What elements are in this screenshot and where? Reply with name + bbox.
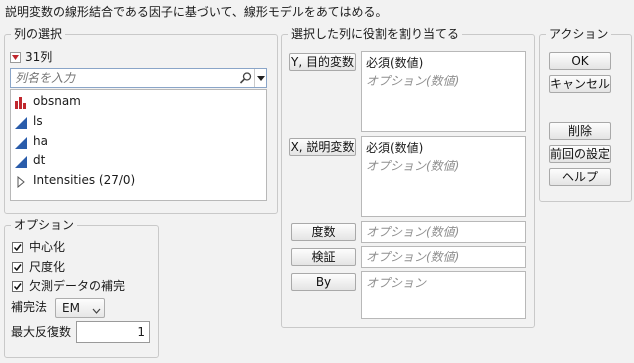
list-item-label: ha	[33, 134, 48, 148]
freq-role-button[interactable]: 度数	[291, 223, 356, 241]
list-item[interactable]: dt	[15, 151, 263, 169]
actions-title: アクション	[546, 27, 612, 41]
list-item[interactable]: Intensities (27/0)	[15, 171, 263, 189]
scaling-label: 尺度化	[29, 260, 66, 274]
role-assign-title: 選択した列に役割を割り当てる	[288, 27, 463, 41]
ok-button[interactable]: OK	[549, 52, 611, 70]
search-dropdown-icon[interactable]	[254, 69, 267, 87]
list-item[interactable]: obsnam	[15, 92, 263, 110]
column-search-field[interactable]	[10, 68, 267, 88]
impute-method-label: 補完法	[11, 300, 48, 314]
help-button[interactable]: ヘルプ	[549, 168, 611, 186]
search-icon[interactable]	[239, 71, 253, 85]
validation-role-box[interactable]: オプション(数値)	[361, 246, 526, 268]
centering-checkbox[interactable]	[12, 242, 23, 253]
list-item-label: dt	[33, 153, 46, 167]
impute-checkbox[interactable]	[12, 281, 23, 292]
freq-role-box[interactable]: オプション(数値)	[361, 221, 526, 243]
by-role-box[interactable]: オプション	[361, 271, 526, 319]
max-iter-value: 1	[137, 325, 145, 339]
by-placeholder: オプション	[366, 276, 427, 290]
column-menu-icon[interactable]	[10, 52, 21, 63]
impute-method-value: EM	[62, 301, 80, 315]
centering-label: 中心化	[29, 240, 66, 254]
list-item[interactable]: ls	[15, 112, 263, 130]
list-item-label: Intensities (27/0)	[33, 173, 136, 187]
options-title: オプション	[11, 218, 78, 232]
by-role-button[interactable]: By	[291, 273, 356, 291]
validation-role-button[interactable]: 検証	[291, 248, 356, 266]
column-list[interactable]: obsnam ls ha dt Intensities (27/0)	[10, 89, 267, 201]
column-search-input[interactable]	[13, 70, 239, 86]
chevron-down-icon	[92, 304, 101, 318]
y-role-button[interactable]: Y, 目的変数	[289, 53, 356, 71]
nominal-bar-icon	[15, 96, 27, 109]
x-optional-text: オプション(数値)	[366, 159, 460, 173]
continuous-triangle-icon	[15, 116, 27, 129]
cancel-button[interactable]: キャンセル	[549, 75, 611, 93]
continuous-triangle-icon	[15, 155, 27, 168]
y-role-box[interactable]: 必須(数値) オプション(数値)	[361, 51, 526, 132]
dialog-description: 説明変数の線形結合である因子に基づいて、線形モデルをあてはめる。	[5, 5, 388, 19]
x-role-button[interactable]: X, 説明変数	[289, 138, 356, 156]
continuous-triangle-icon	[15, 136, 27, 149]
x-required-text: 必須(数値)	[366, 141, 424, 155]
remove-button[interactable]: 削除	[549, 122, 611, 140]
column-select-title: 列の選択	[11, 27, 66, 41]
impute-label: 欠測データの補完	[29, 279, 126, 293]
scaling-checkbox[interactable]	[12, 262, 23, 273]
disclosure-triangle-icon[interactable]	[15, 175, 27, 189]
impute-method-select[interactable]: EM	[55, 298, 105, 318]
freq-placeholder: オプション(数値)	[366, 225, 460, 239]
recall-button[interactable]: 前回の設定	[549, 145, 611, 163]
list-item[interactable]: ha	[15, 132, 263, 150]
y-required-text: 必須(数値)	[366, 56, 424, 70]
y-optional-text: オプション(数値)	[366, 74, 460, 88]
column-count: 31列	[25, 50, 53, 64]
validation-placeholder: オプション(数値)	[366, 250, 460, 264]
list-item-label: obsnam	[33, 94, 81, 108]
max-iter-field[interactable]: 1	[76, 321, 150, 343]
max-iter-label: 最大反復数	[11, 325, 72, 339]
list-item-label: ls	[33, 114, 43, 128]
x-role-box[interactable]: 必須(数値) オプション(数値)	[361, 136, 526, 217]
